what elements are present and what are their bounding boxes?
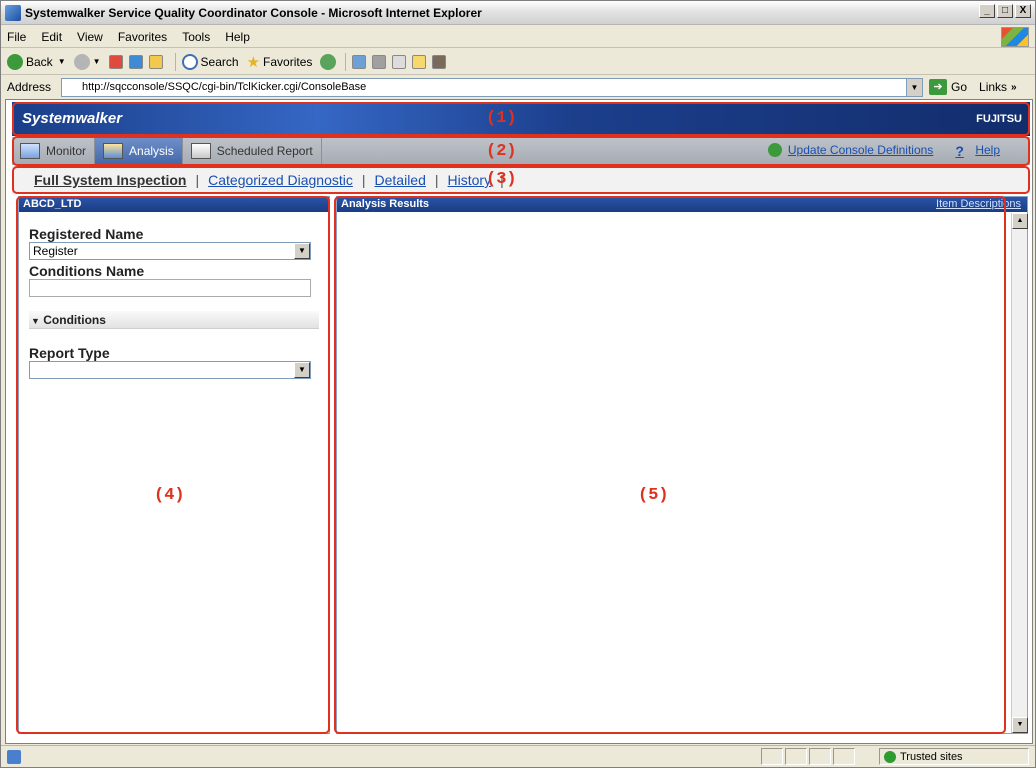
- status-cell: [833, 748, 855, 765]
- annotation-label-2: (2): [486, 142, 517, 161]
- status-cell: [785, 748, 807, 765]
- forward-button[interactable]: ▼: [73, 53, 101, 70]
- menu-help[interactable]: Help: [225, 30, 250, 44]
- discuss-icon[interactable]: [412, 54, 427, 69]
- status-bar: Trusted sites: [1, 745, 1035, 767]
- links-button[interactable]: Links: [979, 80, 1007, 94]
- back-arrow-icon: [7, 53, 23, 70]
- go-label: Go: [951, 80, 968, 94]
- window-title: Systemwalker Service Quality Coordinator…: [25, 5, 482, 20]
- menu-file[interactable]: File: [7, 30, 26, 44]
- favorites-button[interactable]: ★ Favorites: [247, 53, 313, 71]
- toolbar-separator: [174, 52, 176, 71]
- annotation-box-3: [12, 166, 1030, 194]
- menu-view[interactable]: View: [77, 30, 103, 44]
- toolbar-separator: [345, 52, 347, 71]
- search-button[interactable]: Search: [181, 53, 239, 70]
- status-cell: [809, 748, 831, 765]
- menu-edit[interactable]: Edit: [41, 30, 62, 44]
- ie-page-icon: [5, 4, 21, 21]
- status-cells: [761, 748, 857, 765]
- print-icon[interactable]: [372, 54, 387, 69]
- research-icon[interactable]: [432, 54, 447, 69]
- annotation-label-4: (4): [154, 486, 185, 505]
- search-label: Search: [200, 54, 239, 69]
- refresh-icon[interactable]: [128, 54, 143, 69]
- forward-arrow-icon: [73, 53, 90, 70]
- address-bar: Address http://sqcconsole/SSQC/cgi-bin/T…: [1, 76, 1035, 98]
- go-button[interactable]: ➔ Go: [929, 79, 967, 95]
- annotation-box-4: [16, 196, 330, 734]
- edit-icon[interactable]: [392, 54, 407, 69]
- home-icon[interactable]: [148, 54, 163, 69]
- address-url: http://sqcconsole/SSQC/cgi-bin/TclKicker…: [82, 81, 367, 93]
- back-button[interactable]: Back ▼: [7, 53, 66, 70]
- go-arrow-icon: ➔: [929, 79, 947, 95]
- annotation-label-5: (5): [638, 486, 669, 505]
- browser-window: Systemwalker Service Quality Coordinator…: [0, 0, 1036, 768]
- history-icon[interactable]: [320, 53, 337, 70]
- annotation-label-1: (1): [486, 109, 517, 128]
- vertical-scrollbar[interactable]: ▲ ▼: [1011, 213, 1028, 733]
- menu-favorites[interactable]: Favorites: [118, 30, 167, 44]
- menu-bar: File Edit View Favorites Tools Help: [1, 26, 1035, 48]
- minimize-button[interactable]: _: [979, 4, 995, 18]
- scroll-down-icon[interactable]: ▼: [1012, 717, 1028, 733]
- browser-toolbar: Back ▼ ▼ Search ★ Favorites: [1, 49, 1035, 75]
- favorites-label: Favorites: [263, 54, 313, 69]
- windows-logo-icon: [1001, 27, 1029, 47]
- security-zone-label: Trusted sites: [900, 750, 963, 763]
- status-cell: [761, 748, 783, 765]
- annotation-box-2: [12, 136, 1030, 166]
- window-controls: _ □ X: [979, 4, 1031, 18]
- star-icon: ★: [246, 53, 261, 71]
- menu-tools[interactable]: Tools: [182, 30, 210, 44]
- forward-dropdown-icon[interactable]: ▼: [93, 57, 101, 66]
- annotation-label-3: (3): [486, 170, 517, 189]
- maximize-button[interactable]: □: [997, 4, 1013, 18]
- back-label: Back: [26, 54, 53, 69]
- security-zone[interactable]: Trusted sites: [879, 748, 1029, 765]
- chevron-right-icon[interactable]: »: [1011, 82, 1017, 93]
- search-icon: [181, 53, 198, 70]
- annotation-box-1: [12, 102, 1030, 136]
- address-label: Address: [7, 80, 52, 94]
- page-status-icon: [7, 749, 21, 764]
- annotation-box-5: [334, 196, 1006, 734]
- close-button[interactable]: X: [1015, 4, 1031, 18]
- title-bar: Systemwalker Service Quality Coordinator…: [1, 1, 1035, 25]
- page-content: Systemwalker FUJITSU Monitor Analysis Sc…: [5, 99, 1033, 744]
- back-dropdown-icon[interactable]: ▼: [58, 57, 66, 66]
- stop-icon[interactable]: [108, 54, 123, 69]
- mail-icon[interactable]: [352, 54, 367, 69]
- address-input[interactable]: http://sqcconsole/SSQC/cgi-bin/TclKicker…: [61, 77, 923, 97]
- checkmark-icon: [884, 750, 896, 763]
- scroll-up-icon[interactable]: ▲: [1012, 213, 1028, 229]
- address-dropdown-icon[interactable]: ▼: [906, 78, 922, 96]
